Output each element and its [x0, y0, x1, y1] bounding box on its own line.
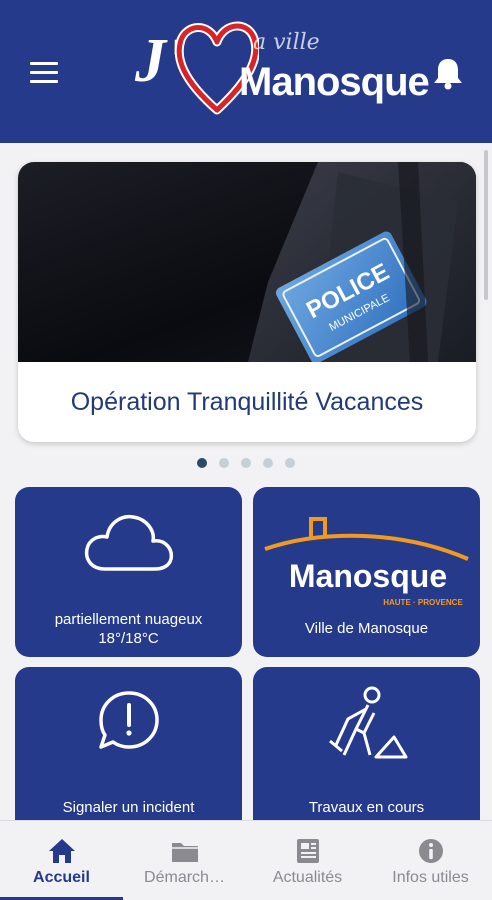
tile-label: Ville de Manosque — [304, 620, 429, 637]
nav-item-infos-utiles[interactable]: Infos utiles — [369, 821, 492, 900]
nav-label: Actualités — [272, 869, 343, 886]
construction-worker-icon — [329, 686, 408, 759]
police-uniform-illustration: POLICE MUNICIPALE — [248, 162, 476, 364]
weather-condition: partiellement nuageux — [54, 611, 203, 628]
pagination-dot[interactable] — [219, 458, 229, 468]
tile-label: Travaux en cours — [308, 799, 425, 816]
speech-exclamation-icon — [99, 691, 159, 749]
nav-label: Démarch… — [144, 869, 225, 886]
pagination-dot[interactable] — [263, 458, 273, 468]
newspaper-icon — [296, 839, 319, 863]
carousel-image: POLICE MUNICIPALE — [18, 162, 476, 364]
tile-label: Signaler un incident — [62, 799, 195, 816]
hamburger-menu-icon[interactable] — [30, 62, 58, 84]
pagination-dot[interactable] — [197, 458, 207, 468]
report-incident-tile[interactable]: Signaler un incident — [15, 667, 242, 837]
pagination-dot[interactable] — [285, 458, 295, 468]
weather-tile[interactable]: partiellement nuageux 18°/18°C — [15, 487, 242, 657]
logo-name: Manosque — [239, 60, 430, 104]
folder-icon — [171, 843, 198, 862]
roadworks-tile[interactable]: Travaux en cours — [253, 667, 480, 837]
pagination-dot[interactable] — [241, 458, 251, 468]
info-icon — [418, 839, 443, 863]
bell-icon[interactable] — [432, 56, 464, 90]
nav-item-demarches[interactable]: Démarch… — [123, 821, 246, 900]
app-logo: J' a ville Manosque — [135, 18, 430, 126]
nav-label: Infos utiles — [392, 869, 469, 886]
manosque-logo-text: Manosque — [289, 558, 447, 594]
bottom-navigation: Accueil Démarch… Actualités Infos utiles — [0, 820, 492, 900]
scrollbar[interactable] — [484, 150, 488, 300]
news-carousel-card[interactable]: POLICE MUNICIPALE Opération Tranquillité… — [18, 162, 476, 442]
ville-de-manosque-tile[interactable]: Manosque HAUTE · PROVENCE Ville de Manos… — [253, 487, 480, 657]
weather-temperature: 18°/18°C — [98, 630, 159, 647]
home-icon — [48, 839, 75, 863]
carousel-title: Opération Tranquillité Vacances — [70, 388, 424, 416]
nav-item-accueil[interactable]: Accueil — [0, 821, 123, 900]
manosque-logo-icon: Manosque HAUTE · PROVENCE — [264, 517, 469, 607]
logo-tagline: a ville — [253, 30, 320, 55]
nav-item-actualites[interactable]: Actualités — [246, 821, 369, 900]
nav-label: Accueil — [33, 869, 90, 886]
cloud-icon — [84, 514, 174, 571]
carousel-pagination — [197, 458, 295, 468]
manosque-logo-subtext: HAUTE · PROVENCE — [383, 598, 463, 607]
app-header: J' a ville Manosque — [0, 0, 492, 143]
